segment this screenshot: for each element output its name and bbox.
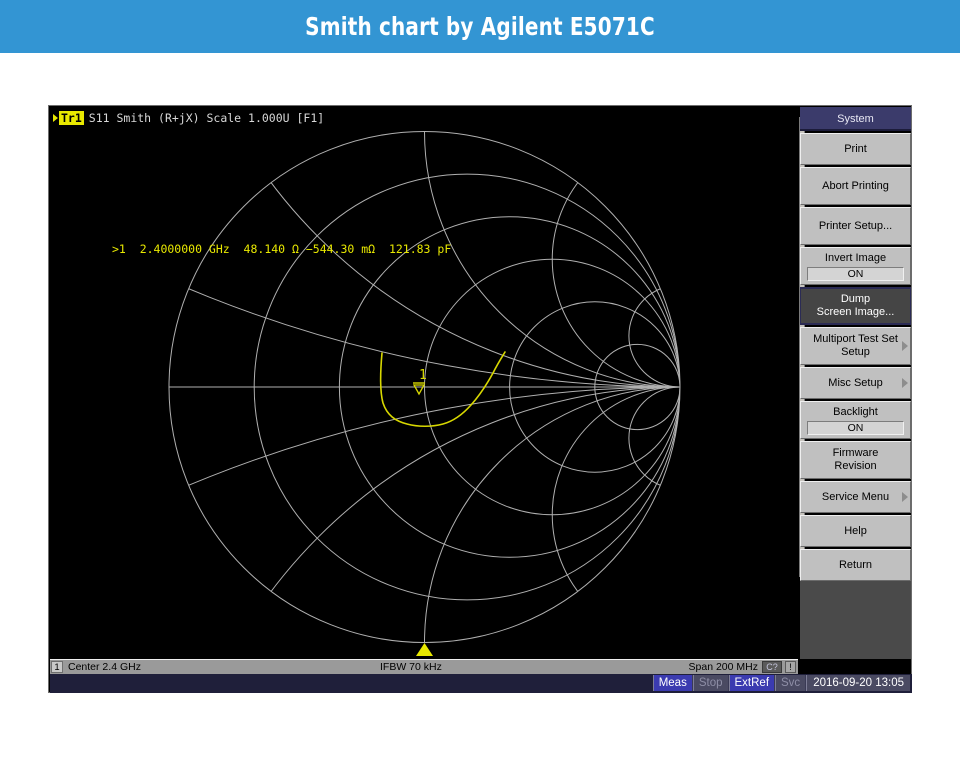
- triangle-right-icon: [53, 114, 58, 122]
- softkey-label: Misc Setup: [828, 377, 882, 390]
- channel-number-badge[interactable]: 1: [51, 661, 63, 673]
- softkey-help[interactable]: Help: [800, 515, 911, 547]
- trace-description: S11 Smith (R+jX) Scale 1.000U [F1]: [89, 111, 324, 125]
- softkey-label-line2: Screen Image...: [817, 306, 895, 319]
- trace-title-row[interactable]: Tr1 S11 Smith (R+jX) Scale 1.000U [F1]: [53, 110, 324, 125]
- warning-badge: !: [785, 661, 796, 673]
- status-svc[interactable]: Svc: [775, 675, 806, 691]
- softkey-label: Printer Setup...: [819, 220, 892, 233]
- softkey-label-line2: Setup: [841, 346, 870, 359]
- softkey-panel: System Print Abort Printing Printer Setup.…: [798, 107, 911, 659]
- vna-screen: 1 Tr1 S11 Smith (R+jX) Scale 1.000U [F1]…: [48, 105, 912, 693]
- span-label[interactable]: Span 200 MHz: [689, 661, 758, 674]
- chevron-right-icon: [902, 378, 908, 388]
- softkey-panel-filler: [800, 581, 911, 659]
- softkey-multiport-test-set[interactable]: Multiport Test SetSetup: [800, 327, 911, 365]
- softkey-label: Firmware: [833, 447, 879, 460]
- softkey-label: Invert Image: [825, 252, 886, 265]
- chevron-right-icon: [902, 341, 908, 351]
- softkey-menu-title: System: [800, 107, 911, 131]
- softkey-label-line2: Revision: [834, 460, 876, 473]
- marker-readout: >1 2.4000000 GHz 48.140 Ω −544.30 mΩ 121…: [112, 242, 451, 256]
- smith-chart-svg: 1: [50, 107, 798, 659]
- softkey-label: Service Menu: [822, 491, 889, 504]
- softkey-label: Backlight: [833, 406, 878, 419]
- page-title: Smith chart by Agilent E5071C: [96, 0, 864, 53]
- softkey-label: Return: [839, 559, 872, 572]
- status-meas[interactable]: Meas: [653, 675, 693, 691]
- softkey-label: Dump: [841, 293, 870, 306]
- softkey-value[interactable]: ON: [807, 267, 905, 281]
- softkey-printer-setup[interactable]: Printer Setup...: [800, 207, 911, 245]
- softkey-return[interactable]: Return: [800, 549, 911, 581]
- status-bar-cluster: Meas Stop ExtRef Svc 2016-09-20 13:05: [653, 675, 910, 691]
- softkey-backlight[interactable]: Backlight ON: [800, 401, 911, 439]
- ifbw-label[interactable]: IFBW 70 kHz: [380, 661, 442, 674]
- smith-chart-graph-area[interactable]: 1 Tr1 S11 Smith (R+jX) Scale 1.000U [F1]…: [50, 107, 798, 659]
- marker-triangle-down-icon: [414, 385, 424, 394]
- status-bar: Meas Stop ExtRef Svc 2016-09-20 13:05: [50, 674, 912, 693]
- softkey-label: Help: [844, 525, 867, 538]
- smith-trace-s11: [381, 352, 505, 426]
- chevron-right-icon: [902, 492, 908, 502]
- softkey-label: Print: [844, 143, 867, 156]
- status-extref[interactable]: ExtRef: [729, 675, 776, 691]
- marker-number-label: 1: [419, 368, 427, 383]
- softkey-misc-setup[interactable]: Misc Setup: [800, 367, 911, 399]
- softkey-abort-printing[interactable]: Abort Printing: [800, 167, 911, 205]
- softkey-invert-image[interactable]: Invert Image ON: [800, 247, 911, 285]
- softkey-service-menu[interactable]: Service Menu: [800, 481, 911, 513]
- trace-badge[interactable]: Tr1: [59, 111, 84, 125]
- channel-info-strip: 1 Center 2.4 GHz IFBW 70 kHz Span 200 MH…: [50, 659, 798, 674]
- status-datetime: 2016-09-20 13:05: [806, 675, 910, 691]
- page-header-banner: Smith chart by Agilent E5071C: [0, 0, 960, 53]
- softkey-label: Multiport Test Set: [813, 333, 898, 346]
- stimulus-pointer-icon: [416, 643, 433, 656]
- softkey-print[interactable]: Print: [800, 133, 911, 165]
- softkey-list: System Print Abort Printing Printer Setup.…: [800, 107, 911, 581]
- softkey-value[interactable]: ON: [807, 421, 905, 435]
- status-stop[interactable]: Stop: [693, 675, 729, 691]
- softkey-dump[interactable]: DumpScreen Image...: [800, 287, 911, 325]
- correction-status-badge: C?: [762, 661, 782, 673]
- softkey-label: Abort Printing: [822, 180, 889, 193]
- softkey-firmware[interactable]: FirmwareRevision: [800, 441, 911, 479]
- center-frequency-label[interactable]: Center 2.4 GHz: [68, 661, 141, 674]
